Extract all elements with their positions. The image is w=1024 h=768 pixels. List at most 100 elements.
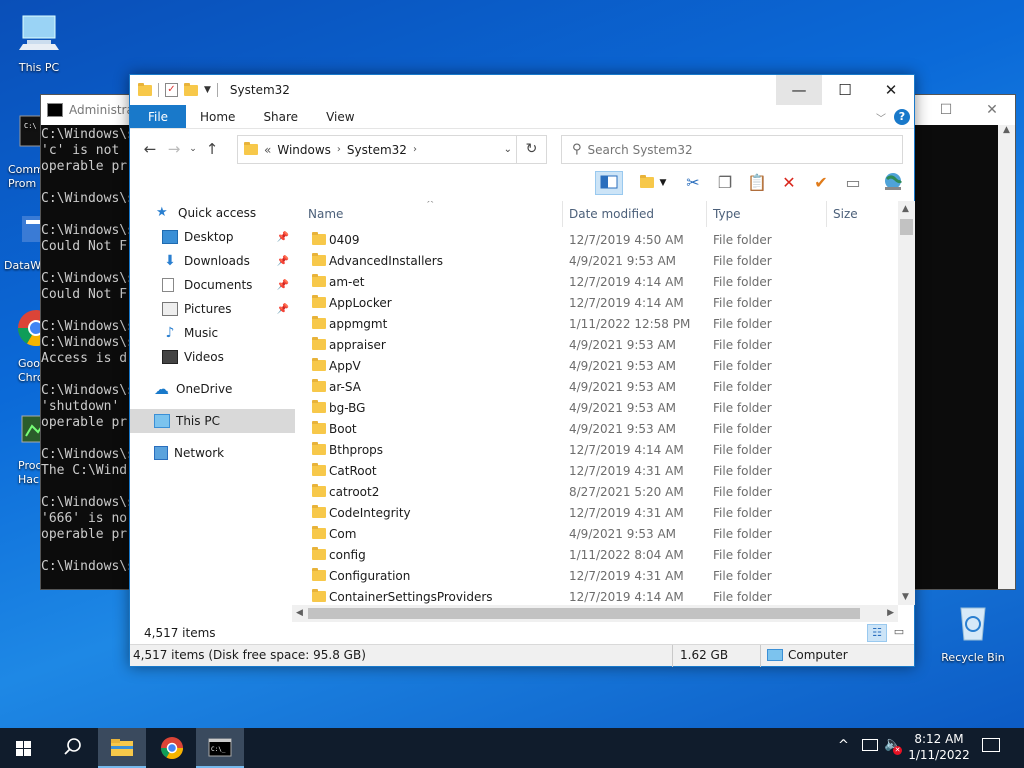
cmd-maximize-button[interactable]: ☐ bbox=[923, 95, 969, 125]
file-row[interactable]: Boot 4/9/2021 9:53 AM File folder bbox=[302, 419, 914, 440]
nav-item-this-pc[interactable]: This PC bbox=[130, 409, 295, 433]
file-row[interactable]: Com 4/9/2021 9:53 AM File folder bbox=[302, 524, 914, 545]
close-button[interactable]: ✕ bbox=[868, 75, 914, 105]
large-icons-view-button[interactable]: ▭ bbox=[889, 624, 909, 642]
column-divider[interactable] bbox=[706, 201, 707, 227]
file-row[interactable]: CatRoot 12/7/2019 4:31 AM File folder bbox=[302, 461, 914, 482]
column-header-type[interactable]: Type bbox=[713, 207, 741, 221]
pin-icon[interactable]: 📌 bbox=[277, 232, 289, 243]
nav-item-documents[interactable]: Documents 📌 bbox=[130, 273, 295, 297]
tab-share[interactable]: Share bbox=[249, 105, 312, 128]
desktop-icon-google-chrome[interactable]: Goo Chro bbox=[4, 306, 40, 385]
desktop-icon-dataw[interactable]: DataW bbox=[0, 208, 40, 272]
address-bar[interactable]: « Windows › System32 › ⌄ ↻ bbox=[237, 135, 547, 164]
file-row[interactable]: AdvancedInstallers 4/9/2021 9:53 AM File f… bbox=[302, 251, 914, 272]
nav-item-network[interactable]: Network bbox=[130, 441, 295, 465]
scroll-up-arrow-icon[interactable]: ▲ bbox=[902, 204, 909, 214]
file-row[interactable]: catroot2 8/27/2021 5:20 AM File folder bbox=[302, 482, 914, 503]
nav-item-videos[interactable]: Videos bbox=[130, 345, 295, 369]
tab-file[interactable]: File bbox=[130, 105, 186, 128]
chevron-right-icon[interactable]: › bbox=[413, 144, 417, 155]
file-row[interactable]: appmgmt 1/11/2022 12:58 PM File folder bbox=[302, 314, 914, 335]
column-header-date-modified[interactable]: Date modified bbox=[569, 207, 654, 221]
action-center-notification-icon[interactable] bbox=[982, 738, 1000, 752]
copy-icon[interactable]: ❐ bbox=[711, 171, 739, 195]
search-button[interactable] bbox=[48, 728, 96, 768]
desktop-icon-recycle-bin[interactable]: Recycle Bin bbox=[938, 600, 1008, 664]
taskbar-command-prompt[interactable]: C:\_ bbox=[196, 728, 244, 768]
vertical-scrollbar[interactable]: ▲ ▼ bbox=[898, 201, 915, 605]
column-divider[interactable] bbox=[826, 201, 827, 227]
dropdown-icon[interactable]: ▼ bbox=[655, 171, 671, 195]
qat-dropdown-icon[interactable]: ▼ bbox=[204, 85, 211, 95]
maximize-button[interactable]: ☐ bbox=[822, 75, 868, 105]
scroll-up-arrow-icon[interactable]: ▲ bbox=[998, 125, 1015, 142]
tab-view[interactable]: View bbox=[312, 105, 368, 128]
file-explorer-window[interactable]: ✓ ▼ System32 — ☐ ✕ File Home Share View … bbox=[129, 74, 915, 667]
file-row[interactable]: config 1/11/2022 8:04 AM File folder bbox=[302, 545, 914, 566]
address-dropdown-icon[interactable]: ⌄ bbox=[504, 144, 512, 155]
start-button[interactable] bbox=[0, 728, 48, 768]
scroll-down-arrow-icon[interactable]: ▼ bbox=[902, 592, 909, 602]
recent-locations-chevron-icon[interactable]: ⌄ bbox=[186, 144, 200, 154]
chevron-right-icon[interactable]: › bbox=[337, 144, 341, 155]
file-row[interactable]: AppLocker 12/7/2019 4:14 AM File folder bbox=[302, 293, 914, 314]
properties-icon[interactable]: ✓ bbox=[165, 83, 178, 97]
cut-icon[interactable]: ✂ bbox=[679, 171, 707, 195]
file-row[interactable]: Bthprops 12/7/2019 4:14 AM File folder bbox=[302, 440, 914, 461]
pin-icon[interactable]: 📌 bbox=[277, 304, 289, 315]
tab-home[interactable]: Home bbox=[186, 105, 249, 128]
column-header-name[interactable]: Name bbox=[308, 207, 343, 221]
new-folder-icon[interactable] bbox=[184, 82, 198, 96]
address-overflow[interactable]: « bbox=[264, 143, 271, 157]
nav-item-pictures[interactable]: Pictures 📌 bbox=[130, 297, 295, 321]
details-view-button[interactable]: ☷ bbox=[867, 624, 887, 642]
nav-item-quick-access[interactable]: ★ Quick access bbox=[130, 201, 295, 225]
file-row[interactable]: bg-BG 4/9/2021 9:53 AM File folder bbox=[302, 398, 914, 419]
rename-check-icon[interactable]: ✔ bbox=[807, 171, 835, 195]
desktop-icon-this-pc[interactable]: This PC bbox=[4, 10, 74, 74]
file-row[interactable]: CodeIntegrity 12/7/2019 4:31 AM File folde… bbox=[302, 503, 914, 524]
taskbar-chrome[interactable] bbox=[148, 728, 196, 768]
cmd-scrollbar[interactable]: ▲ bbox=[998, 125, 1015, 589]
explorer-titlebar[interactable]: ✓ ▼ System32 — ☐ ✕ bbox=[130, 75, 914, 105]
expand-ribbon-chevron-icon[interactable]: ﹀ bbox=[876, 110, 886, 125]
taskbar-file-explorer[interactable] bbox=[98, 728, 146, 768]
horizontal-scrollbar[interactable]: ◀ ▶ bbox=[292, 605, 898, 622]
minimize-button[interactable]: — bbox=[776, 75, 822, 105]
nav-item-desktop[interactable]: Desktop 📌 bbox=[130, 225, 295, 249]
scroll-left-arrow-icon[interactable]: ◀ bbox=[296, 608, 303, 618]
search-box[interactable]: ⚲ bbox=[561, 135, 903, 164]
forward-button[interactable]: → bbox=[162, 140, 186, 158]
nav-item-music[interactable]: ♪ Music bbox=[130, 321, 295, 345]
properties-card-icon[interactable]: ▭ bbox=[839, 171, 867, 195]
scrollbar-thumb[interactable] bbox=[308, 608, 860, 619]
pin-icon[interactable]: 📌 bbox=[277, 256, 289, 267]
refresh-button[interactable]: ↻ bbox=[516, 136, 546, 163]
column-divider[interactable] bbox=[562, 201, 563, 227]
file-row[interactable]: 0409 12/7/2019 4:50 AM File folder bbox=[302, 230, 914, 251]
file-row[interactable]: AppV 4/9/2021 9:53 AM File folder bbox=[302, 356, 914, 377]
desktop-icon-command-prompt[interactable]: C:\ Comm Prom bbox=[4, 112, 40, 191]
pin-icon[interactable]: 📌 bbox=[277, 280, 289, 291]
address-segment-system32[interactable]: System32 bbox=[347, 143, 407, 157]
search-input[interactable] bbox=[587, 142, 888, 157]
file-row[interactable]: ContainerSettingsProviders 12/7/2019 4:14… bbox=[302, 587, 914, 605]
up-button[interactable]: ↑ bbox=[200, 140, 224, 158]
scrollbar-thumb[interactable] bbox=[900, 219, 913, 235]
preview-pane-icon[interactable] bbox=[595, 171, 623, 195]
file-row[interactable]: am-et 12/7/2019 4:14 AM File folder bbox=[302, 272, 914, 293]
network-status-icon[interactable] bbox=[862, 739, 878, 751]
desktop-icon-process-hacker[interactable]: Proc Hac bbox=[4, 408, 40, 487]
file-row[interactable]: Configuration 12/7/2019 4:31 AM File folde… bbox=[302, 566, 914, 587]
file-row[interactable]: ar-SA 4/9/2021 9:53 AM File folder bbox=[302, 377, 914, 398]
show-hidden-icons-chevron-icon[interactable]: ^ bbox=[838, 738, 849, 753]
nav-item-downloads[interactable]: ⬇ Downloads 📌 bbox=[130, 249, 295, 273]
cmd-close-button[interactable]: ✕ bbox=[969, 95, 1015, 125]
file-row[interactable]: appraiser 4/9/2021 9:53 AM File folder bbox=[302, 335, 914, 356]
nav-item-onedrive[interactable]: ☁ OneDrive bbox=[130, 377, 295, 401]
column-header-size[interactable]: Size bbox=[833, 207, 858, 221]
globe-icon[interactable] bbox=[879, 171, 907, 195]
paste-icon[interactable]: 📋 bbox=[743, 171, 771, 195]
clock[interactable]: 8:12 AM 1/11/2022 bbox=[904, 731, 974, 763]
